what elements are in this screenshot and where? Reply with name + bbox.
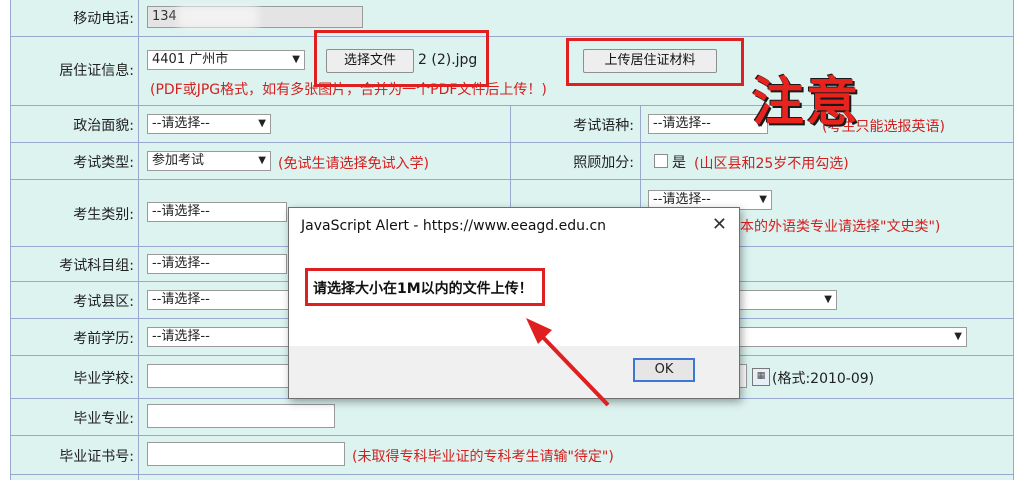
row-political: 政治面貌: --请选择-- ▼ 考试语种: --请选择-- ▼ (考生只能选报英语) [10, 106, 1014, 143]
education-label: 考前学历: [73, 331, 134, 347]
bonus-checkbox-label: 是 [672, 155, 686, 171]
political-label: 政治面貌: [73, 118, 134, 134]
category-label: 考生类别: [73, 207, 134, 223]
cert-hint: (未取得专科毕业证的专科考生请输"待定") [352, 449, 614, 465]
dropdown-arrow-icon: ▼ [258, 118, 266, 129]
category-select[interactable]: --请选择-- [147, 202, 287, 222]
language-label: 考试语种: [573, 118, 634, 134]
exam-type-hint: (免试生请选择免试入学) [278, 156, 429, 172]
row-residence: 居住证信息: 4401 广州市 ▼ 选择文件 2 (2).jpg 上传居住证材料 … [10, 37, 1014, 106]
dropdown-arrow-icon: ▼ [258, 155, 266, 166]
city-select-value: 4401 广州市 [152, 52, 229, 67]
exam-type-select[interactable]: 参加考试 ▼ [147, 151, 271, 171]
row-cert: 毕业证书号: (未取得专科毕业证的专科考生请输"待定") [10, 436, 1014, 475]
cert-input[interactable] [147, 442, 345, 466]
category-right-hint: 本的外语类专业请选择"文史类") [740, 219, 941, 235]
dialog-title: JavaScript Alert - https://www.eeagd.edu… [301, 218, 607, 234]
row-exam-type: 考试类型: 参加考试 ▼ (免试生请选择免试入学) 照顾加分: 是 (山区县和25… [10, 143, 1014, 180]
grid-line [640, 143, 641, 179]
alert-dialog: JavaScript Alert - https://www.eeagd.edu… [288, 207, 740, 399]
political-select[interactable]: --请选择-- ▼ [147, 114, 271, 134]
file-highlight-box [314, 30, 489, 87]
bonus-label: 照顾加分: [573, 155, 634, 171]
exam-type-select-value: 参加考试 [152, 153, 205, 168]
dropdown-arrow-icon: ▼ [824, 294, 832, 305]
grid-line [640, 106, 641, 142]
county-select-value: --请选择-- [152, 292, 210, 307]
grid-line [510, 106, 511, 142]
language-select[interactable]: --请选择-- ▼ [648, 114, 768, 134]
category-right-select-value: --请选择-- [653, 192, 711, 207]
major-label: 毕业专业: [73, 411, 134, 427]
row-major: 毕业专业: [10, 399, 1014, 436]
cert-label: 毕业证书号: [59, 449, 134, 465]
calendar-icon[interactable]: ▦ [752, 368, 770, 386]
phone-redaction [178, 6, 258, 28]
grid-line [510, 143, 511, 179]
phone-label: 移动电话: [73, 11, 134, 27]
upload-highlight-box [566, 38, 744, 86]
dropdown-arrow-icon: ▼ [954, 331, 962, 342]
education-select-value: --请选择-- [152, 329, 210, 344]
exam-type-label: 考试类型: [73, 155, 134, 171]
school-label: 毕业学校: [73, 371, 134, 387]
major-input[interactable] [147, 404, 335, 428]
subject-group-select-value: --请选择-- [152, 256, 210, 271]
county-label: 考试县区: [73, 294, 134, 310]
close-icon[interactable]: ✕ [712, 214, 727, 235]
annotation-note: 注意 [752, 73, 861, 133]
category-select-value: --请选择-- [152, 204, 210, 219]
language-select-value: --请选择-- [653, 116, 711, 131]
dropdown-arrow-icon: ▼ [759, 194, 767, 205]
dropdown-arrow-icon: ▼ [292, 54, 300, 65]
subject-group-select[interactable]: --请选择-- [147, 254, 287, 274]
date-format-hint: (格式:2010-09) [772, 371, 875, 387]
residence-label: 居住证信息: [59, 63, 134, 79]
bonus-checkbox[interactable] [654, 154, 668, 168]
subject-group-label: 考试科目组: [59, 258, 134, 274]
ok-button[interactable]: OK [633, 358, 695, 382]
bonus-hint: (山区县和25岁不用勾选) [694, 156, 849, 172]
row-phone: 移动电话: 134 [10, 0, 1014, 37]
political-select-value: --请选择-- [152, 116, 210, 131]
dialog-message: 请选择大小在1M以内的文件上传！ [313, 281, 533, 297]
city-select[interactable]: 4401 广州市 ▼ [147, 50, 305, 70]
